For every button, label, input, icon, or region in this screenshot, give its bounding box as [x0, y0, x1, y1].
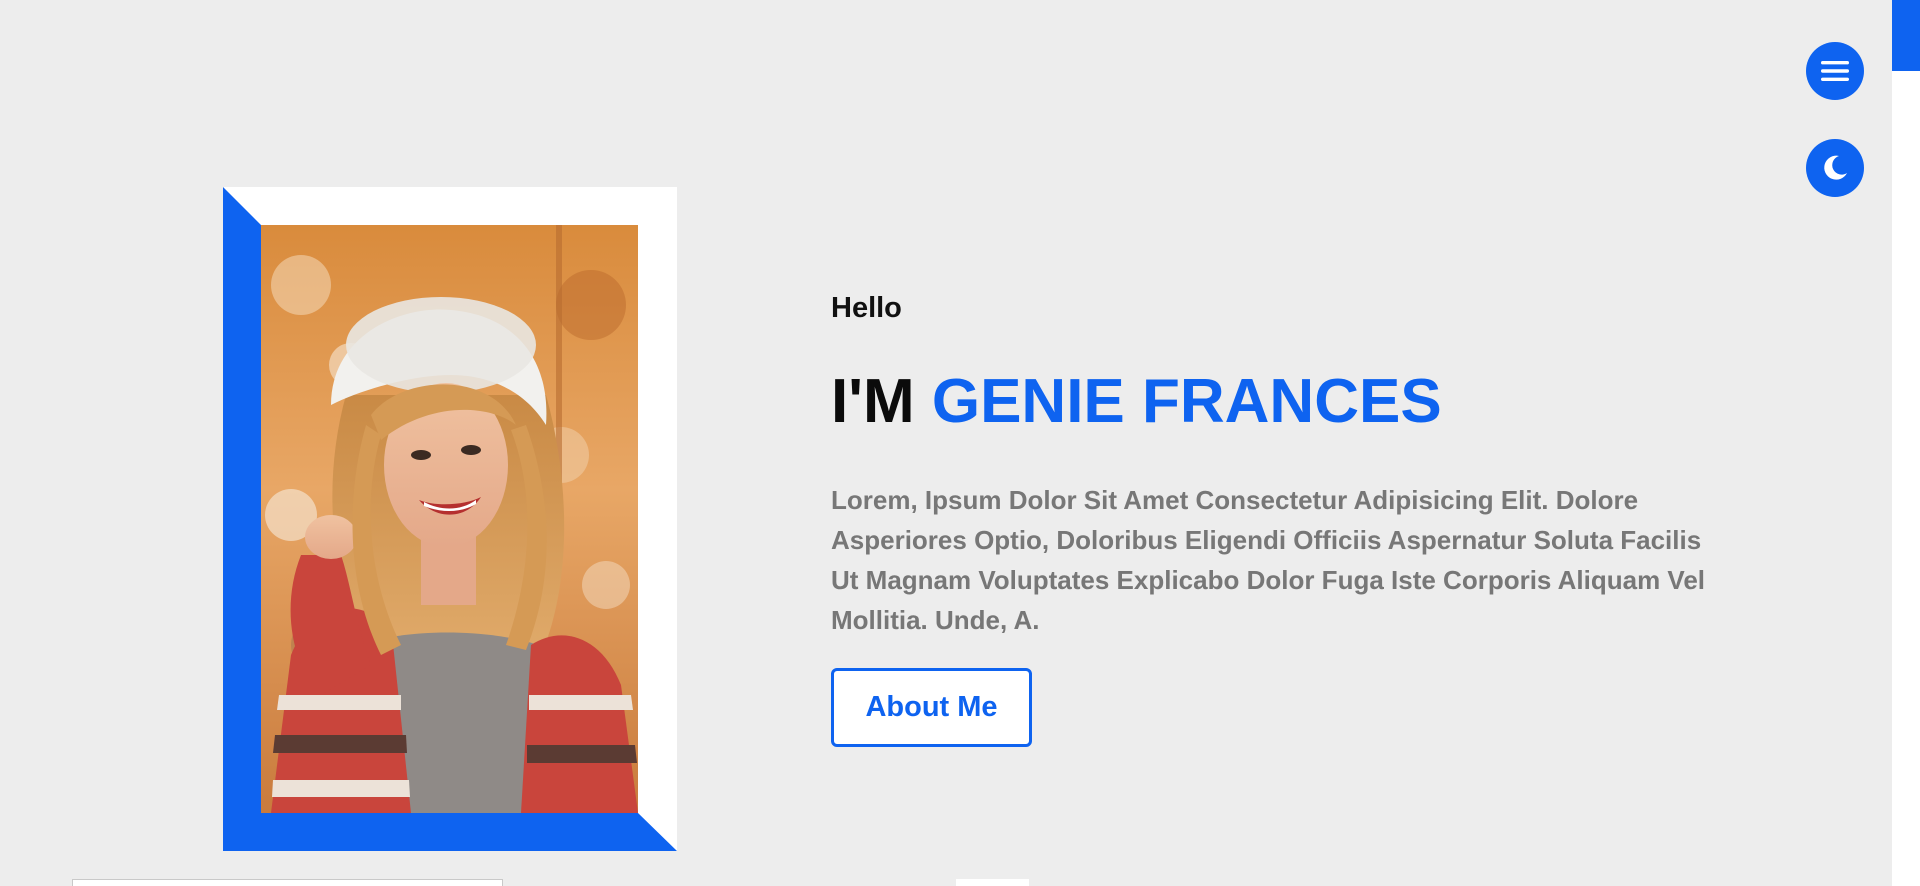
- about-me-button[interactable]: About Me: [831, 668, 1032, 747]
- portrait-photo: [261, 225, 638, 813]
- portrait-frame: [223, 187, 677, 851]
- scrollbar-thumb[interactable]: [1892, 0, 1920, 71]
- next-section-card: [72, 879, 503, 886]
- name-highlight: GENIE FRANCES: [931, 367, 1442, 436]
- greeting-text: Hello: [831, 292, 902, 324]
- scrollbar-track[interactable]: [1892, 0, 1920, 886]
- hero-description: Lorem, Ipsum Dolor Sit Amet Consectetur …: [831, 485, 1706, 635]
- page-background: Hello I'M GENIE FRANCES Lorem, Ipsum Dol…: [0, 0, 1892, 886]
- next-section-card: [956, 879, 1029, 886]
- hamburger-menu-icon: [1821, 61, 1849, 81]
- name-prefix: I'M: [831, 367, 932, 436]
- menu-button[interactable]: [1806, 42, 1864, 100]
- moon-icon: [1824, 155, 1847, 180]
- portrait-illustration: [261, 225, 638, 813]
- hero-name-heading: I'M GENIE FRANCES: [831, 366, 1442, 437]
- dark-mode-toggle-button[interactable]: [1806, 139, 1864, 197]
